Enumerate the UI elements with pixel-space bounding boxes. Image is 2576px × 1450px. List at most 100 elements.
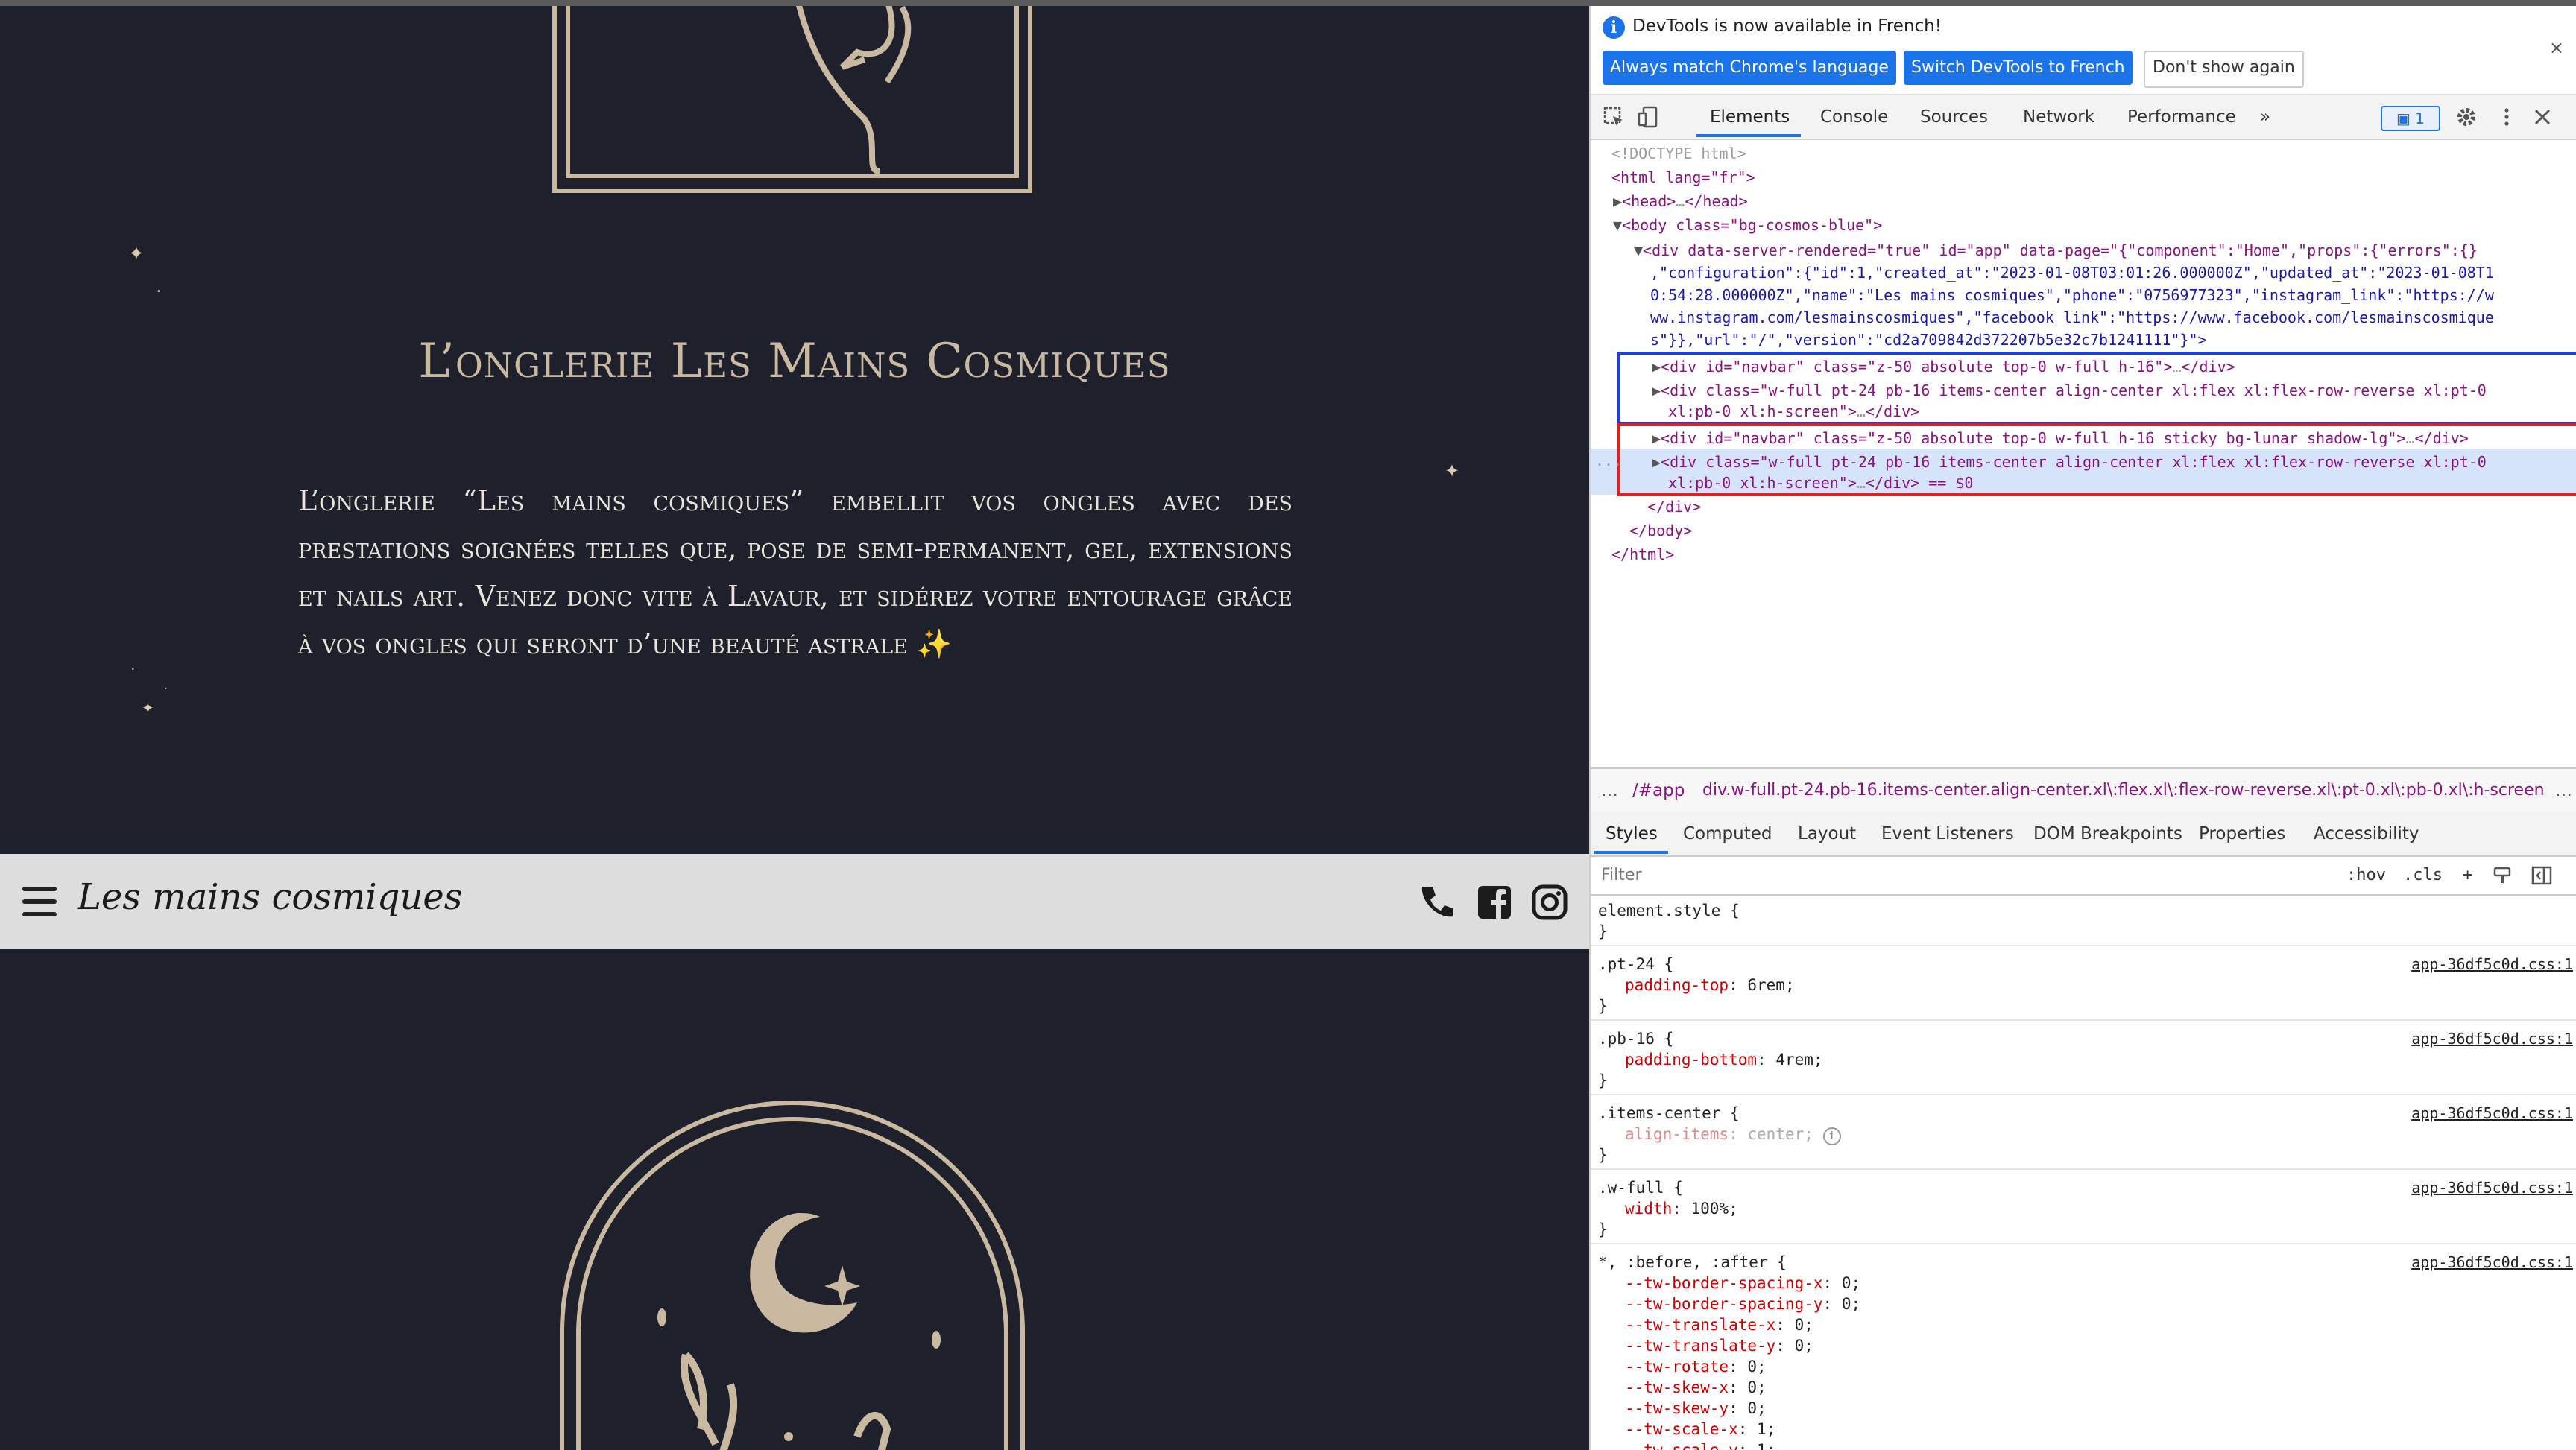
settings-gear-icon[interactable] xyxy=(2455,106,2478,128)
website-viewport[interactable]: ✦ • ✦ • ✦ • L’onglerie Les Mains Cosmiqu… xyxy=(0,6,1589,1450)
toggle-sidebar-icon[interactable] xyxy=(2531,866,2552,885)
styles-pane[interactable]: element.style { } .pt-24 { app-36df5c0d.… xyxy=(1591,896,2576,1450)
new-rule-icon[interactable]: + xyxy=(2463,866,2472,884)
dont-show-again-button[interactable]: Don't show again xyxy=(2144,51,2304,88)
css-variable-value: 1; xyxy=(1757,1441,1776,1450)
breadcrumb-overflow-right[interactable]: … xyxy=(2555,781,2572,800)
dom-tree[interactable]: <!DOCTYPE html> <html lang="fr"> ▶<head>… xyxy=(1591,142,2576,767)
css-declaration[interactable]: width: 100%; xyxy=(1625,1200,1738,1218)
hov-toggle[interactable]: :hov xyxy=(2346,866,2386,884)
css-variable-declaration[interactable]: --tw-translate-x: 0; xyxy=(1625,1316,1813,1334)
tab-event-listeners[interactable]: Event Listeners xyxy=(1881,824,2014,843)
paint-brush-icon[interactable] xyxy=(2493,866,2512,885)
dom-doctype[interactable]: <!DOCTYPE html> xyxy=(1611,145,1746,162)
breadcrumb-selected[interactable]: div.w-full.pt-24.pb-16.items-center.alig… xyxy=(1702,781,2545,800)
menu-icon[interactable] xyxy=(22,887,57,916)
css-variable-declaration[interactable]: --tw-skew-x: 0; xyxy=(1625,1378,1767,1396)
stylesheet-link[interactable]: app-36df5c0d.css:1 xyxy=(2411,1253,2573,1271)
more-tabs-icon[interactable]: » xyxy=(2260,107,2270,127)
brand-logo-text[interactable]: Les mains cosmiques xyxy=(78,876,462,918)
more-options-icon[interactable] xyxy=(2496,106,2518,128)
filter-input[interactable]: Filter xyxy=(1601,866,1641,884)
inspect-element-icon[interactable] xyxy=(1603,106,1625,128)
css-variable-value: 0; xyxy=(1841,1295,1861,1313)
css-variable-name: --tw-skew-x xyxy=(1625,1378,1729,1396)
devtools-panel: i DevTools is now available in French! ×… xyxy=(1589,6,2576,1450)
tab-layout[interactable]: Layout xyxy=(1798,824,1856,843)
tab-network[interactable]: Network xyxy=(2023,107,2094,127)
expand-triangle-icon[interactable]: ▶ xyxy=(1652,429,1661,447)
collapse-triangle-icon[interactable]: ▼ xyxy=(1613,216,1622,234)
switch-to-french-button[interactable]: Switch DevTools to French xyxy=(1904,51,2133,85)
close-devtools-icon[interactable] xyxy=(2531,106,2554,128)
rule-selector-pb-16[interactable]: .pb-16 { xyxy=(1598,1030,1673,1048)
dom-html-close[interactable]: </html> xyxy=(1611,545,1674,563)
dom-body[interactable]: ▼<body class="bg-cosmos-blue"> xyxy=(1613,216,1882,234)
css-variable-name: --tw-skew-y xyxy=(1625,1399,1729,1417)
breadcrumb-overflow[interactable]: … xyxy=(1601,781,1618,800)
css-variable-declaration[interactable]: --tw-border-spacing-y: 0; xyxy=(1625,1295,1860,1313)
tab-dom-breakpoints[interactable]: DOM Breakpoints xyxy=(2033,824,2182,843)
rule-selector-w-full[interactable]: .w-full { xyxy=(1598,1179,1683,1197)
tab-accessibility[interactable]: Accessibility xyxy=(2314,824,2419,843)
expand-triangle-icon[interactable]: ▶ xyxy=(1613,192,1622,210)
css-variable-declaration[interactable]: --tw-translate-y: 0; xyxy=(1625,1337,1813,1355)
tab-computed[interactable]: Computed xyxy=(1683,824,1772,843)
issues-badge[interactable]: ▣ 1 xyxy=(2381,106,2440,131)
instagram-icon[interactable] xyxy=(1531,884,1568,921)
stylesheet-link[interactable]: app-36df5c0d.css:1 xyxy=(2411,1104,2573,1122)
dom-navbar-2[interactable]: ▶<div id="navbar" class="z-50 absolute t… xyxy=(1652,429,2469,447)
css-variable-name: --tw-translate-y xyxy=(1625,1337,1776,1355)
css-variable-declaration[interactable]: --tw-border-spacing-x: 0; xyxy=(1625,1274,1860,1292)
stylesheet-link[interactable]: app-36df5c0d.css:1 xyxy=(2411,1030,2573,1048)
css-variable-declaration[interactable]: --tw-scale-x: 1; xyxy=(1625,1420,1775,1438)
expand-triangle-icon[interactable]: ▶ xyxy=(1652,453,1661,471)
message-icon: ▣ xyxy=(2396,110,2411,127)
breadcrumb-app[interactable]: /#app xyxy=(1632,781,1685,800)
expand-triangle-icon[interactable]: ▶ xyxy=(1652,358,1661,376)
css-variable-name: --tw-translate-x xyxy=(1625,1316,1776,1334)
infobar-message: DevTools is now available in French! xyxy=(1632,16,1942,36)
tab-console[interactable]: Console xyxy=(1820,107,1888,127)
css-variable-declaration[interactable]: --tw-skew-y: 0; xyxy=(1625,1399,1767,1417)
collapse-triangle-icon[interactable]: ▼ xyxy=(1634,241,1643,259)
dom-main-2-selected[interactable]: ▶<div class="w-full pt-24 pb-16 items-ce… xyxy=(1652,453,2487,471)
rule-selector-items-center[interactable]: .items-center { xyxy=(1598,1104,1740,1122)
info-icon[interactable]: i xyxy=(1822,1127,1841,1145)
css-declaration[interactable]: padding-bottom: 4rem; xyxy=(1625,1051,1823,1068)
dom-head[interactable]: ▶<head>…</head> xyxy=(1613,192,1748,210)
expand-triangle-icon[interactable]: ▶ xyxy=(1652,382,1661,399)
css-declaration-inactive[interactable]: align-items: center; i xyxy=(1625,1125,1841,1145)
css-variable-declaration[interactable]: --tw-scale-y: 1; xyxy=(1625,1441,1775,1450)
device-toggle-icon[interactable] xyxy=(1637,106,1659,128)
stylesheet-link[interactable]: app-36df5c0d.css:1 xyxy=(2411,955,2573,973)
css-variable-value: 0; xyxy=(1747,1378,1767,1396)
dom-main-1[interactable]: ▶<div class="w-full pt-24 pb-16 items-ce… xyxy=(1652,382,2487,399)
dom-html[interactable]: <html lang="fr"> xyxy=(1611,168,1755,186)
tab-performance[interactable]: Performance xyxy=(2127,107,2236,127)
cls-toggle[interactable]: .cls xyxy=(2403,866,2443,884)
dom-navbar-1[interactable]: ▶<div id="navbar" class="z-50 absolute t… xyxy=(1652,358,2235,376)
dom-body-close[interactable]: </body> xyxy=(1629,522,1692,539)
issues-count: 1 xyxy=(2415,110,2425,127)
dom-app-close[interactable]: </div> xyxy=(1647,498,1701,516)
rule-selector-universal[interactable]: *, :before, :after { xyxy=(1598,1253,1787,1271)
dom-main-1-cont: xl:pb-0 xl:h-screen">…</div> xyxy=(1668,402,1920,420)
facebook-icon[interactable] xyxy=(1476,884,1513,921)
active-subtab-indicator xyxy=(1594,851,1668,854)
close-icon[interactable]: × xyxy=(2549,37,2564,58)
css-variable-declaration[interactable]: --tw-rotate: 0; xyxy=(1625,1358,1767,1375)
phone-icon[interactable] xyxy=(1418,884,1455,921)
rule-selector-pt-24[interactable]: .pt-24 { xyxy=(1598,955,1673,973)
stylesheet-link[interactable]: app-36df5c0d.css:1 xyxy=(2411,1179,2573,1197)
tab-properties[interactable]: Properties xyxy=(2199,824,2285,843)
element-style-rule[interactable]: element.style { xyxy=(1598,902,1740,919)
tab-styles[interactable]: Styles xyxy=(1606,824,1658,843)
tab-elements[interactable]: Elements xyxy=(1710,107,1790,127)
tab-sources[interactable]: Sources xyxy=(1920,107,1988,127)
dom-app-div[interactable]: ▼<div data-server-rendered="true" id="ap… xyxy=(1634,241,2478,259)
css-declaration[interactable]: padding-top: 6rem; xyxy=(1625,976,1795,994)
dom-gutter-dots[interactable]: ... xyxy=(1595,452,1622,469)
css-variable-value: 0; xyxy=(1841,1274,1861,1292)
match-language-button[interactable]: Always match Chrome's language xyxy=(1603,51,1896,85)
